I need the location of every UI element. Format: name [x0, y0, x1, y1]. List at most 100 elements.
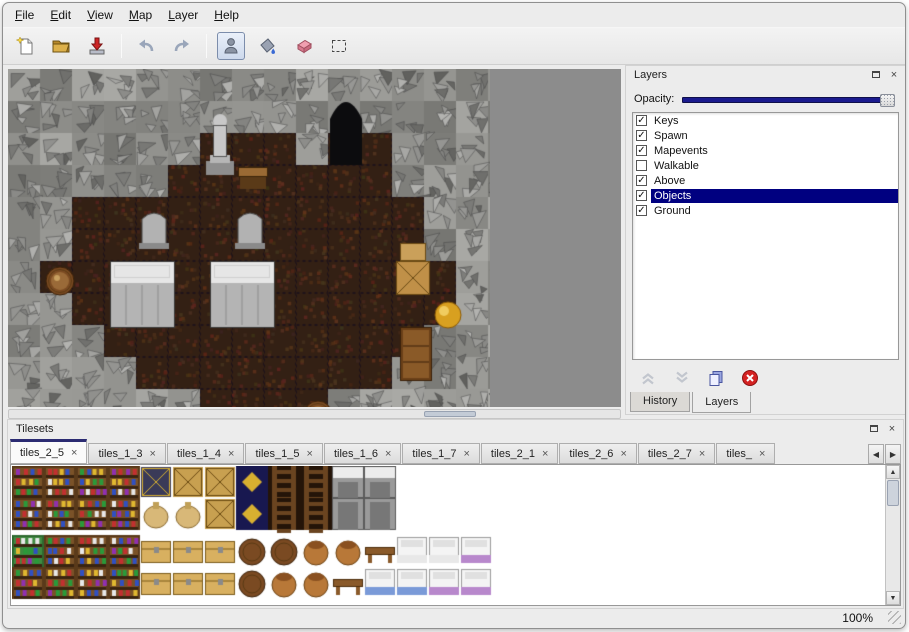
layer-row-ground[interactable]: ✓Ground [633, 203, 898, 218]
layer-list[interactable]: ✓Keys✓Spawn✓MapeventsWalkable✓Above✓Obje… [632, 112, 899, 360]
float-dock-button[interactable] [869, 68, 883, 81]
tab-close-icon[interactable]: × [620, 449, 626, 459]
layer-row-spawn[interactable]: ✓ Spawn [633, 128, 898, 143]
layer-visibility-checkbox[interactable]: ✓ [636, 205, 647, 216]
map-viewport[interactable] [8, 69, 621, 407]
tileset-tab-tiles_1_6[interactable]: tiles_1_6 × [324, 443, 401, 464]
float-dock-button[interactable] [867, 422, 881, 435]
selection-icon [329, 36, 349, 56]
select-tool-button[interactable] [325, 32, 353, 60]
tileset-tab-tiles_2_6[interactable]: tiles_2_6 × [559, 443, 636, 464]
place-entity-tool-button[interactable] [217, 32, 245, 60]
toolbar-separator [121, 34, 122, 58]
tileset-tab-tiles_1_5[interactable]: tiles_1_5 × [245, 443, 322, 464]
tileset-content[interactable]: ▲ ▼ [10, 464, 901, 606]
tab-label: tiles_2_6 [569, 448, 613, 460]
menu-file[interactable]: File [7, 5, 42, 25]
tileset-canvas[interactable] [12, 466, 547, 600]
redo-icon [172, 36, 192, 56]
tileset-vertical-scrollbar[interactable]: ▲ ▼ [885, 465, 900, 605]
new-file-icon [15, 36, 35, 56]
zoom-level: 100% [842, 611, 873, 625]
save-button[interactable] [83, 32, 111, 60]
layer-toolbar [626, 364, 905, 392]
scroll-up-button[interactable]: ▲ [886, 465, 900, 479]
open-folder-icon [51, 36, 71, 56]
map-canvas[interactable] [8, 69, 490, 407]
layer-row-keys[interactable]: ✓Keys [633, 113, 898, 128]
layer-visibility-checkbox[interactable]: ✓ [636, 190, 647, 201]
layer-visibility-checkbox[interactable]: ✓ [636, 115, 647, 126]
tileset-tab-tiles_1_7[interactable]: tiles_1_7× [402, 443, 479, 464]
app-window: FileEditViewMapLayerHelp [2, 2, 906, 629]
layer-visibility-checkbox[interactable]: ✓ [636, 175, 647, 186]
eraser-tool-button[interactable] [289, 32, 317, 60]
layer-name: Mapevents [651, 144, 898, 158]
new-button[interactable] [11, 32, 39, 60]
layer-name: Spawn [651, 129, 898, 143]
close-dock-button[interactable]: × [885, 422, 899, 435]
delete-layer-button[interactable] [738, 366, 762, 390]
menu-map[interactable]: Map [121, 5, 160, 25]
undo-button[interactable] [132, 32, 160, 60]
layer-name: Above [651, 174, 898, 188]
menu-edit[interactable]: Edit [42, 5, 79, 25]
opacity-slider[interactable] [682, 97, 895, 103]
tab-scroll-buttons: ◀ ▶ [868, 444, 901, 464]
tileset-tab-tiles_1_4[interactable]: tiles_1_4 × [167, 443, 244, 464]
scroll-tabs-right-button[interactable]: ▶ [885, 444, 901, 464]
tab-label: tiles_1_5 [255, 448, 299, 460]
tab-close-icon[interactable]: × [759, 449, 765, 459]
tab-close-icon[interactable]: × [542, 449, 548, 459]
tab-label: tiles_1_4 [177, 448, 221, 460]
layer-row-above[interactable]: ✓ Above [633, 173, 898, 188]
fill-tool-button[interactable] [253, 32, 281, 60]
paint-bucket-icon [257, 36, 277, 56]
layer-row-walkable[interactable]: Walkable [633, 158, 898, 173]
layer-row-mapevents[interactable]: ✓ Mapevents [633, 143, 898, 158]
map-horizontal-scrollbar[interactable] [8, 409, 621, 419]
tileset-tab-tiles_2_1[interactable]: tiles_2_1× [481, 443, 558, 464]
opacity-slider-thumb[interactable] [880, 94, 895, 107]
tileset-tab-tiles_2_7[interactable]: tiles_2_7× [638, 443, 715, 464]
tileset-tab-tiles[interactable]: tiles_× [716, 443, 775, 464]
scrollbar-thumb[interactable] [887, 480, 899, 506]
close-icon: × [889, 423, 895, 435]
layer-visibility-checkbox[interactable]: ✓ [636, 130, 647, 141]
scrollbar-thumb[interactable] [424, 411, 476, 417]
close-icon: × [891, 69, 897, 81]
tab-close-icon[interactable]: × [699, 449, 705, 459]
tab-close-icon[interactable]: × [71, 448, 77, 458]
opacity-label: Opacity: [634, 93, 674, 105]
tab-close-icon[interactable]: × [150, 449, 156, 459]
resize-grip[interactable] [888, 611, 901, 624]
tileset-tab-tiles_2_5[interactable]: tiles_2_5× [10, 439, 87, 464]
raise-layer-button[interactable] [636, 366, 660, 390]
tab-close-icon[interactable]: × [385, 449, 391, 459]
duplicate-icon [707, 369, 725, 387]
close-dock-button[interactable]: × [887, 68, 901, 81]
duplicate-layer-button[interactable] [704, 366, 728, 390]
layer-visibility-checkbox[interactable]: ✓ [636, 145, 647, 156]
menu-layer[interactable]: Layer [160, 5, 206, 25]
right-arrow-icon: ▶ [890, 450, 896, 459]
tileset-tab-tiles_1_3[interactable]: tiles_1_3 × [88, 443, 165, 464]
tab-label: tiles_1_3 [98, 448, 142, 460]
lower-layer-button[interactable] [670, 366, 694, 390]
scroll-down-button[interactable]: ▼ [886, 591, 900, 605]
scroll-tabs-left-button[interactable]: ◀ [868, 444, 884, 464]
layer-row-objects[interactable]: ✓Objects [633, 188, 898, 203]
dock-tab-history[interactable]: History [630, 392, 690, 412]
dock-tab-layers[interactable]: Layers [692, 392, 751, 413]
open-button[interactable] [47, 32, 75, 60]
menu-help[interactable]: Help [206, 5, 247, 25]
tab-label: tiles_1_6 [334, 448, 378, 460]
layer-visibility-checkbox[interactable] [636, 160, 647, 171]
layers-dock: Layers × Opacity: ✓Keys✓Spawn✓MapeventsW… [625, 65, 906, 415]
tab-close-icon[interactable]: × [307, 449, 313, 459]
tab-close-icon[interactable]: × [228, 449, 234, 459]
tilesets-dock: Tilesets × tiles_2_5×tiles_1_3×tiles_1_4… [7, 419, 904, 609]
menu-view[interactable]: View [79, 5, 121, 25]
redo-button[interactable] [168, 32, 196, 60]
tab-close-icon[interactable]: × [463, 449, 469, 459]
